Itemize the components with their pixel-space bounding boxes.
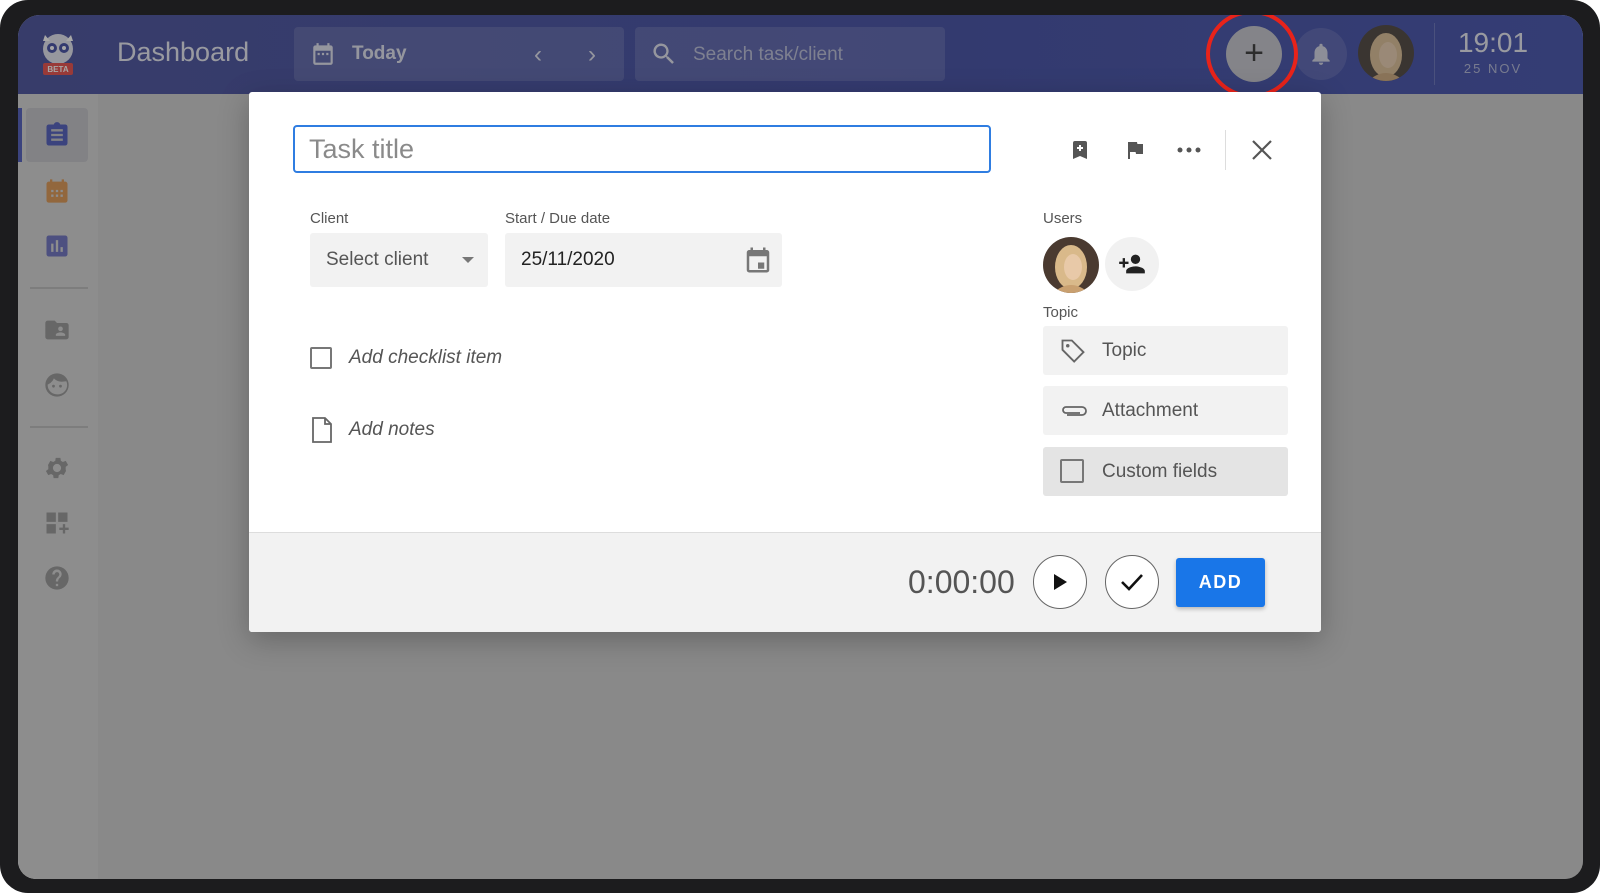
start-timer-button[interactable] xyxy=(1033,555,1087,609)
calendar-icon xyxy=(313,43,333,65)
date-label: Today xyxy=(352,43,407,64)
notes-placeholder: Add notes xyxy=(349,419,435,440)
client-select-value: Select client xyxy=(326,249,429,270)
topic-label: Topic xyxy=(1043,304,1079,321)
calendar-icon xyxy=(46,179,68,203)
play-icon xyxy=(1054,574,1067,590)
clock-date: 25 NOV xyxy=(1463,61,1523,76)
bookmark-add-icon xyxy=(1073,141,1087,159)
gear-icon xyxy=(45,457,69,479)
beta-badge: BETA xyxy=(47,65,69,74)
attachment-button-label: Attachment xyxy=(1102,400,1199,421)
chevron-left-icon[interactable]: ‹ xyxy=(534,41,542,69)
custom-fields-button[interactable]: Custom fields xyxy=(1043,447,1288,496)
chevron-right-icon[interactable]: › xyxy=(588,41,596,69)
flag-button[interactable] xyxy=(1119,134,1151,166)
caret-down-icon xyxy=(462,257,474,263)
sidebar-item-calendar[interactable] xyxy=(26,164,88,218)
person-add-icon xyxy=(1119,254,1145,274)
add-widget-icon xyxy=(46,512,69,534)
due-date-value: 25/11/2020 xyxy=(521,249,615,270)
sidebar xyxy=(18,94,98,879)
new-task-dialog: Client Select client Start / Due date 25… xyxy=(249,92,1321,632)
topic-button[interactable]: Topic xyxy=(1043,326,1288,375)
date-picker[interactable]: Today ‹ › xyxy=(294,27,624,81)
sidebar-item-settings[interactable] xyxy=(26,441,88,495)
folder-user-icon xyxy=(45,320,69,340)
checkbox-icon xyxy=(1060,459,1084,483)
sidebar-item-integrations[interactable] xyxy=(26,496,88,550)
bookmark-add-button[interactable] xyxy=(1064,134,1096,166)
search-icon xyxy=(653,43,674,64)
more-options-button[interactable] xyxy=(1173,134,1205,166)
topic-button-label: Topic xyxy=(1102,340,1147,361)
sidebar-divider xyxy=(30,426,88,428)
client-select[interactable]: Select client xyxy=(310,233,488,287)
sidebar-item-reports[interactable] xyxy=(26,219,88,273)
document-icon xyxy=(312,417,332,443)
clock-time: 19:01 xyxy=(1457,27,1529,58)
checklist-placeholder: Add checklist item xyxy=(349,347,503,368)
search-box xyxy=(635,27,945,81)
date-field-label: Start / Due date xyxy=(505,210,611,227)
notifications-button[interactable] xyxy=(1295,28,1347,80)
device-frame: BETA Dashboard Today ‹ › + 19:01 25 NOV xyxy=(0,0,1600,893)
sidebar-item-clients[interactable] xyxy=(26,303,88,357)
divider xyxy=(1434,23,1435,85)
add-checklist-item[interactable]: Add checklist item xyxy=(310,347,502,369)
close-button[interactable] xyxy=(1246,134,1278,166)
timer-display: 0:00:00 xyxy=(908,564,1015,600)
more-horizontal-icon xyxy=(1177,147,1201,153)
add-button[interactable]: ADD xyxy=(1176,558,1265,607)
bell-icon xyxy=(1312,43,1330,65)
task-title-input[interactable] xyxy=(293,125,991,173)
top-bar: BETA Dashboard Today ‹ › + 19:01 25 NOV xyxy=(18,15,1583,94)
sidebar-item-help[interactable] xyxy=(26,551,88,605)
sidebar-item-team[interactable] xyxy=(26,358,88,412)
avatar[interactable] xyxy=(1358,25,1414,81)
users-label: Users xyxy=(1043,210,1083,227)
attachment-button[interactable]: Attachment xyxy=(1043,386,1288,435)
assigned-user-avatar[interactable] xyxy=(1043,237,1099,293)
sidebar-item-tasks[interactable] xyxy=(18,108,88,162)
sidebar-divider xyxy=(30,287,88,289)
help-icon xyxy=(45,566,69,590)
chart-icon xyxy=(46,235,68,257)
plus-icon: + xyxy=(1244,34,1264,72)
add-notes[interactable]: Add notes xyxy=(310,416,435,444)
flag-icon xyxy=(1128,142,1143,159)
close-icon xyxy=(1252,140,1272,160)
checkbox-icon xyxy=(310,347,332,369)
custom-fields-button-label: Custom fields xyxy=(1102,461,1218,482)
user-photo-icon xyxy=(1358,25,1414,81)
clipboard-icon xyxy=(46,122,68,146)
due-date-field[interactable]: 25/11/2020 xyxy=(505,233,782,287)
face-icon xyxy=(45,373,69,397)
paperclip-icon xyxy=(1062,406,1087,416)
dialog-footer: 0:00:00 ADD xyxy=(249,532,1321,632)
page-title: Dashboard xyxy=(117,37,250,67)
add-task-button[interactable]: + xyxy=(1226,26,1282,82)
calendar-icon[interactable] xyxy=(743,245,773,275)
search-input[interactable] xyxy=(691,39,935,71)
toolbar-divider xyxy=(1225,130,1226,170)
user-photo-icon xyxy=(1043,237,1099,293)
tag-icon xyxy=(1061,339,1085,363)
add-user-button[interactable] xyxy=(1105,237,1159,291)
check-icon xyxy=(1121,574,1143,591)
complete-button[interactable] xyxy=(1105,555,1159,609)
client-label: Client xyxy=(310,210,349,227)
